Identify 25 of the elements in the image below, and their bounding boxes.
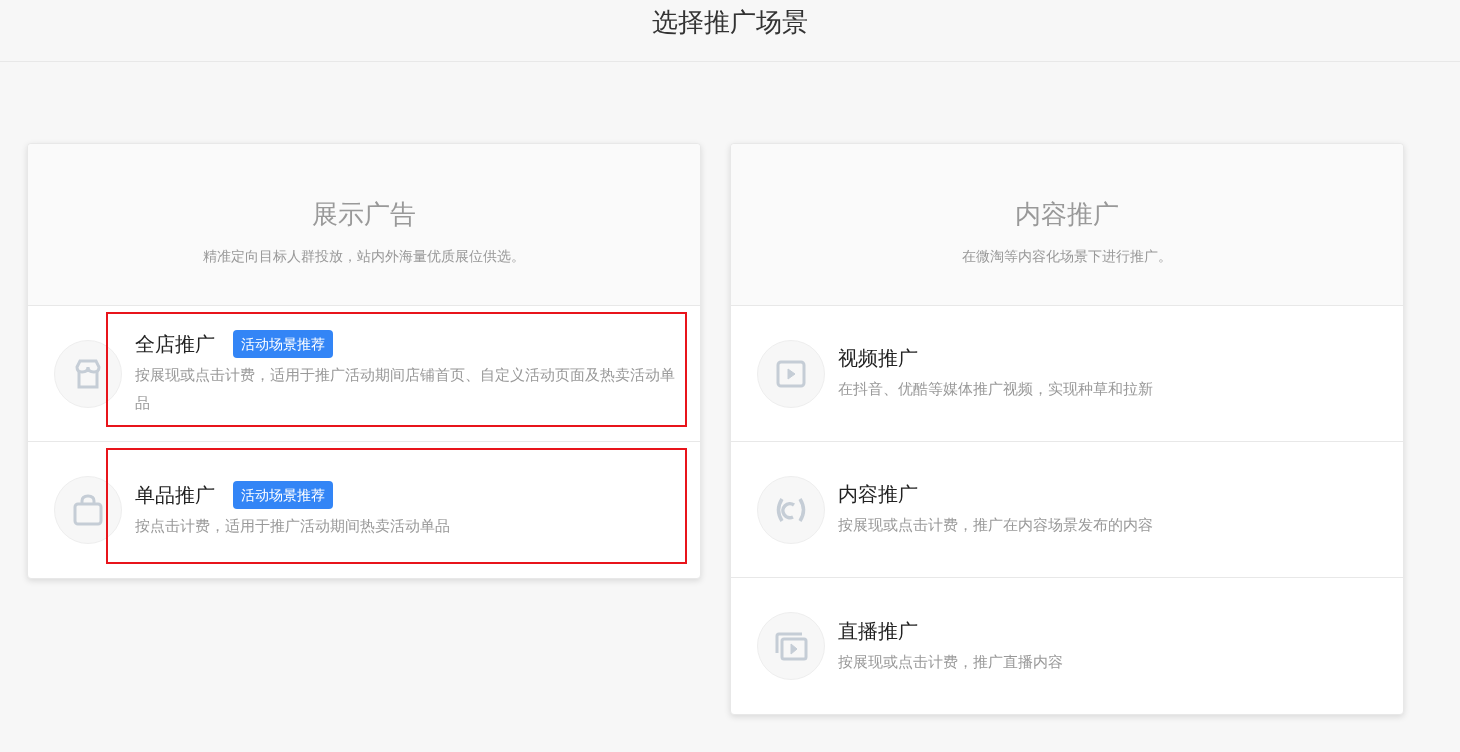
- page-title: 选择推广场景: [652, 6, 808, 39]
- option-title: 单品推广: [135, 482, 215, 508]
- scene-option[interactable]: 视频推广 在抖音、优酷等媒体推广视频，实现种草和拉新: [731, 306, 1403, 442]
- option-description: 按展现或点击计费，推广直播内容: [838, 651, 1064, 672]
- panel-subtitle: 在微淘等内容化场景下进行推广。: [962, 247, 1172, 266]
- option-description: 按点击计费，适用于推广活动期间热卖活动单品: [135, 515, 451, 536]
- panel-subtitle: 精准定向目标人群投放，站内外海量优质展位供选。: [203, 247, 525, 266]
- scene-option[interactable]: 全店推广 活动场景推荐 按展现或点击计费，适用于推广活动期间店铺首页、自定义活动页面及热卖活动单品: [28, 306, 700, 442]
- option-description: 按展现或点击计费，推广在内容场景发布的内容: [838, 515, 1154, 535]
- panel-title: 内容推广: [1015, 198, 1119, 231]
- recommend-badge: 活动场景推荐: [233, 480, 333, 509]
- option-description: 按展现或点击计费，适用于推广活动期间店铺首页、自定义活动页面及热卖活动单品: [135, 365, 675, 413]
- option-title: 视频推广: [838, 346, 918, 371]
- option-title: 直播推广: [838, 618, 918, 644]
- recommend-badge: 活动场景推荐: [233, 330, 333, 358]
- panel-title: 展示广告: [312, 198, 416, 231]
- scene-option[interactable]: 直播推广 按展现或点击计费，推广直播内容: [731, 578, 1403, 714]
- option-title: 内容推广: [838, 482, 918, 507]
- scene-option[interactable]: 内容推广 按展现或点击计费，推广在内容场景发布的内容: [731, 442, 1403, 578]
- option-title: 全店推广: [135, 332, 215, 357]
- video-stack-icon: [774, 631, 808, 661]
- video-play-icon: [776, 359, 806, 388]
- bag-icon: [71, 493, 105, 527]
- scene-option[interactable]: 单品推广 活动场景推荐 按点击计费，适用于推广活动期间热卖活动单品: [28, 442, 700, 578]
- option-description: 在抖音、优酷等媒体推广视频，实现种草和拉新: [838, 379, 1154, 399]
